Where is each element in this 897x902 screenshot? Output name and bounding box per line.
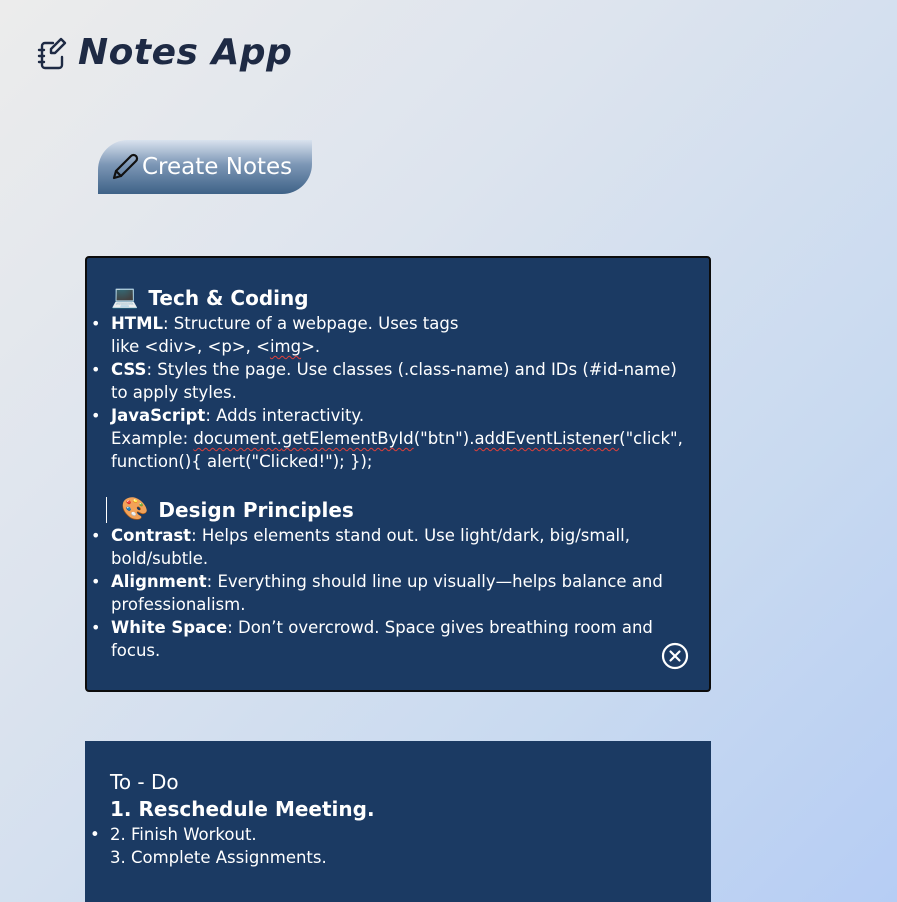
item-term: HTML bbox=[111, 314, 163, 333]
code-text: ("btn"). bbox=[413, 429, 475, 448]
item-text: : Structure of a webpage. Uses tags bbox=[163, 314, 459, 333]
item-text: Example: bbox=[111, 429, 194, 448]
todo-title: To - Do bbox=[110, 770, 179, 794]
spellcheck-word: getElementById bbox=[281, 429, 414, 448]
spellcheck-word: img bbox=[269, 337, 302, 356]
design-list: Contrast: Helps elements stand out. Use … bbox=[91, 524, 685, 662]
note-card[interactable]: 💻 Tech & Coding HTML: Structure of a web… bbox=[85, 256, 711, 692]
app-title: Notes App bbox=[78, 32, 293, 73]
spellcheck-word: addEventListener bbox=[474, 429, 620, 448]
close-circle-icon[interactable] bbox=[661, 642, 689, 670]
section-heading-text: Design Principles bbox=[158, 498, 354, 522]
list-item: CSS: Styles the page. Use classes (.clas… bbox=[91, 358, 685, 404]
todo-item: 2. Finish Workout. bbox=[90, 823, 687, 846]
item-text: like <div>, <p>, < bbox=[111, 337, 270, 356]
laptop-icon: 💻 bbox=[111, 285, 139, 310]
list-item: Contrast: Helps elements stand out. Use … bbox=[91, 524, 685, 570]
section-heading: 🎨 Design Principles bbox=[106, 496, 685, 524]
text-cursor bbox=[106, 497, 107, 523]
palette-icon: 🎨 bbox=[121, 497, 149, 522]
list-item: White Space: Don’t overcrowd. Space give… bbox=[91, 616, 685, 662]
list-item: Alignment: Everything should line up vis… bbox=[91, 570, 685, 616]
create-notes-label: Create Notes bbox=[142, 154, 293, 180]
list-item: HTML: Structure of a webpage. Uses tags … bbox=[91, 312, 685, 358]
item-term: JavaScript bbox=[111, 406, 206, 425]
tech-list: HTML: Structure of a webpage. Uses tags … bbox=[91, 312, 685, 473]
item-text: : Adds interactivity. bbox=[205, 406, 365, 425]
app-header: Notes App bbox=[36, 32, 292, 73]
notebook-edit-icon bbox=[36, 35, 68, 71]
item-term: Alignment bbox=[111, 572, 207, 591]
create-notes-button[interactable]: Create Notes bbox=[98, 140, 312, 194]
item-term: Contrast bbox=[111, 526, 192, 545]
code-text: document. bbox=[193, 429, 282, 448]
item-term: White Space bbox=[111, 618, 228, 637]
item-text: >. bbox=[301, 337, 321, 356]
note-card[interactable]: To - Do 1. Reschedule Meeting. 2. Finish… bbox=[85, 741, 711, 902]
todo-item: 1. Reschedule Meeting. bbox=[110, 797, 375, 821]
section-heading: 💻 Tech & Coding bbox=[111, 284, 685, 312]
section-heading-text: Tech & Coding bbox=[148, 286, 309, 310]
item-text: : Styles the page. Use classes (.class-n… bbox=[111, 360, 677, 402]
pencil-icon bbox=[110, 152, 140, 182]
list-item: JavaScript: Adds interactivity. Example:… bbox=[91, 404, 685, 473]
item-term: CSS bbox=[111, 360, 147, 379]
todo-item: 3. Complete Assignments. bbox=[110, 848, 327, 867]
